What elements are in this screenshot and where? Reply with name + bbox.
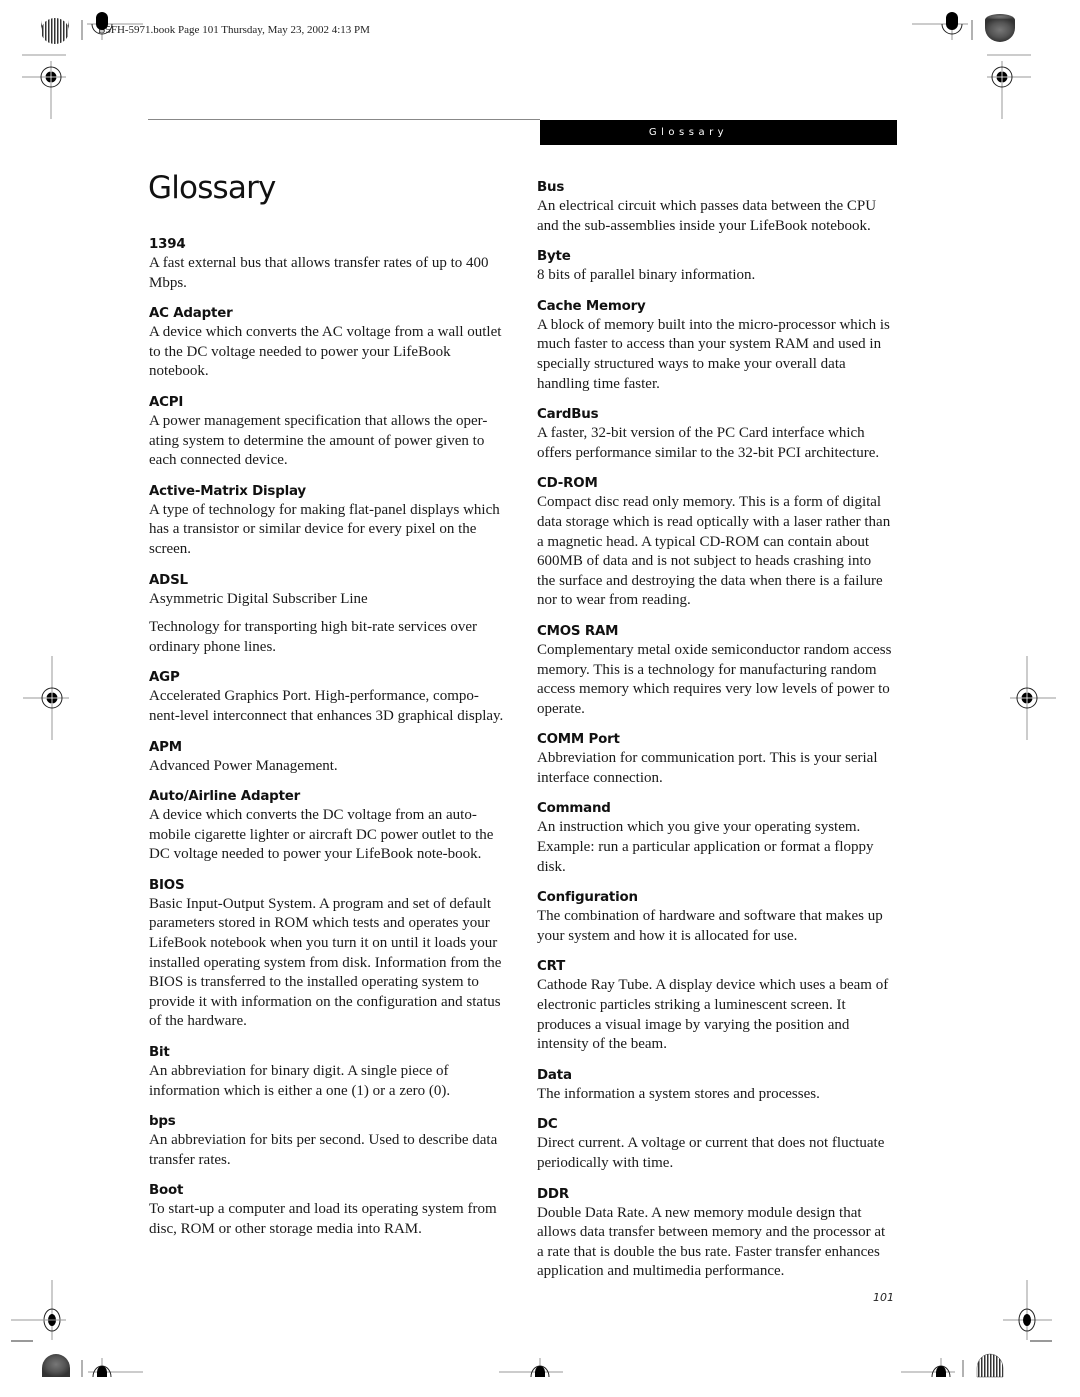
glossary-term: bps xyxy=(149,1114,176,1130)
glossary-definition: An abbreviation for binary digit. A sing… xyxy=(149,1063,451,1099)
glossary-term: CardBus xyxy=(537,407,599,423)
glossary-definition: A type of technology for making flat-pan… xyxy=(149,501,500,557)
glossary-definition: The combination of hardware and software… xyxy=(537,908,883,944)
registration-target-icon xyxy=(901,1358,955,1378)
glossary-definition: Advanced Power Management. xyxy=(149,757,338,774)
glossary-definition: An electrical circuit which passes data … xyxy=(537,198,877,234)
glossary-entry: DDR Double Data Rate. A new memory module… xyxy=(537,1185,893,1282)
glossary-term: CMOS RAM xyxy=(537,623,619,639)
glossary-entry: Bus An electrical circuit which passes da… xyxy=(537,178,893,236)
glossary-definition: Complementary metal oxide semiconductor … xyxy=(537,641,892,717)
glossary-term: DC xyxy=(537,1117,558,1133)
glossary-entry: Cache Memory A block of memory built into… xyxy=(537,297,893,394)
glossary-entry: Byte 8 bits of parallel binary informatio… xyxy=(537,247,893,286)
registration-target-icon xyxy=(11,1280,66,1340)
glossary-definition: A device which converts the DC voltage f… xyxy=(149,807,494,863)
glossary-entry: Active-Matrix Display A type of technolog… xyxy=(149,482,505,560)
glossary-entry: DC Direct current. A voltage or current t… xyxy=(537,1115,893,1173)
registration-target-icon xyxy=(987,61,1031,119)
glossary-term: BIOS xyxy=(149,877,185,893)
color-wheel-icon xyxy=(41,18,69,44)
glossary-definition: An instruction which you give your opera… xyxy=(537,819,874,875)
glossary-term: APM xyxy=(149,739,182,755)
glossary-entry: AGP Accelerated Graphics Port. High-perfo… xyxy=(149,668,505,726)
glossary-definition: To start-up a computer and load its oper… xyxy=(149,1201,497,1237)
registration-target-icon xyxy=(499,1358,563,1378)
glossary-term: 1394 xyxy=(149,237,186,252)
glossary-definition: A device which converts the AC voltage f… xyxy=(149,324,502,380)
section-header-band: Glossary xyxy=(540,120,897,145)
glossary-definition: Asymmetric Digital Subscriber Line xyxy=(149,590,368,607)
glossary-definition: Double Data Rate. A new memory module de… xyxy=(537,1204,886,1280)
glossary-definition: A fast external bus that allows transfer… xyxy=(149,255,489,291)
glossary-term: Boot xyxy=(149,1183,184,1199)
registration-target-icon xyxy=(912,12,968,40)
glossary-term: Auto/Airline Adapter xyxy=(149,789,301,805)
color-wheel-icon xyxy=(976,1353,1004,1378)
glossary-term: Command xyxy=(537,801,611,817)
glossary-entry: 1394 A fast external bus that allows tran… xyxy=(149,235,505,293)
glossary-entry: ADSL Asymmetric Digital Subscriber Line Te… xyxy=(149,571,505,658)
registration-target-icon xyxy=(23,656,69,740)
glossary-entry: bps An abbreviation for bits per second. … xyxy=(149,1112,505,1170)
glossary-term: Data xyxy=(537,1067,572,1083)
glossary-definition: The information a system stores and proc… xyxy=(537,1085,820,1102)
registration-target-icon xyxy=(88,1358,143,1378)
glossary-entry: BIOS Basic Input-Output System. A program… xyxy=(149,876,505,1032)
glossary-entry: Auto/Airline Adapter A device which conve… xyxy=(149,787,505,865)
glossary-entry: Bit An abbreviation for binary digit. A s… xyxy=(149,1043,505,1101)
glossary-entry: CD-ROM Compact disc read only memory. Thi… xyxy=(537,474,893,611)
glossary-entry: Configuration The combination of hardware… xyxy=(537,888,893,946)
glossary-entry: ACPI A power management specification tha… xyxy=(149,393,505,471)
glossary-definition: A block of memory built into the micro-p… xyxy=(537,316,890,392)
glossary-term: ADSL xyxy=(149,572,188,588)
glossary-definition: 8 bits of parallel binary information. xyxy=(537,267,756,284)
glossary-definition: Abbreviation for communication port. Thi… xyxy=(537,750,878,786)
registration-target-icon xyxy=(1003,1280,1052,1340)
glossary-entry: CardBus A faster, 32-bit version of the P… xyxy=(537,405,893,463)
glossary-term: Byte xyxy=(537,249,571,265)
glossary-definition: Technology for transporting high bit-rat… xyxy=(149,619,478,655)
gray-disc-icon xyxy=(985,14,1015,42)
glossary-entry: Data The information a system stores and … xyxy=(537,1066,893,1105)
printer-slug: B5FH-5971.book Page 101 Thursday, May 23… xyxy=(98,24,370,36)
glossary-term: Bus xyxy=(537,180,565,195)
glossary-definition: An abbreviation for bits per second. Use… xyxy=(149,1132,498,1168)
header-rule xyxy=(148,119,540,120)
glossary-entry: APM Advanced Power Management. xyxy=(149,738,505,777)
page-title: Glossary xyxy=(148,170,276,206)
glossary-definition: Compact disc read only memory. This is a… xyxy=(537,494,891,609)
page-number: 101 xyxy=(873,1291,894,1304)
glossary-entry: CMOS RAM Complementary metal oxide semico… xyxy=(537,622,893,719)
glossary-term: Cache Memory xyxy=(537,298,646,314)
glossary-entry: Command An instruction which you give you… xyxy=(537,799,893,877)
glossary-definition: Accelerated Graphics Port. High-performa… xyxy=(149,688,504,724)
glossary-definition: Direct current. A voltage or current tha… xyxy=(537,1135,885,1171)
registration-target-icon xyxy=(1010,656,1056,740)
glossary-entry: COMM Port Abbreviation for communication … xyxy=(537,730,893,788)
glossary-term: DDR xyxy=(537,1186,569,1202)
glossary-term: AGP xyxy=(149,670,180,686)
glossary-left-column: 1394 A fast external bus that allows tran… xyxy=(149,235,505,1251)
glossary-entry: AC Adapter A device which converts the AC… xyxy=(149,304,505,382)
glossary-right-column: Bus An electrical circuit which passes da… xyxy=(537,178,893,1293)
glossary-definition: A power management specification that al… xyxy=(149,412,488,469)
glossary-term: Configuration xyxy=(537,890,638,906)
glossary-term: ACPI xyxy=(149,394,184,410)
glossary-definition: A faster, 32-bit version of the PC Card … xyxy=(537,425,880,461)
glossary-term: AC Adapter xyxy=(149,306,233,322)
section-header-label: Glossary xyxy=(648,127,729,138)
glossary-term: CRT xyxy=(537,959,566,975)
glossary-entry: Boot To start-up a computer and load its … xyxy=(149,1181,505,1239)
glossary-term: Active-Matrix Display xyxy=(149,483,306,499)
glossary-entry: CRT Cathode Ray Tube. A display device wh… xyxy=(537,957,893,1054)
glossary-term: COMM Port xyxy=(537,732,620,748)
glossary-definition: Cathode Ray Tube. A display device which… xyxy=(537,977,889,1053)
glossary-term: Bit xyxy=(149,1045,170,1061)
registration-target-icon xyxy=(22,61,66,119)
glossary-term: CD-ROM xyxy=(537,476,598,492)
gray-disc-icon xyxy=(42,1354,70,1377)
glossary-definition: Basic Input-Output System. A program and… xyxy=(149,895,502,1030)
